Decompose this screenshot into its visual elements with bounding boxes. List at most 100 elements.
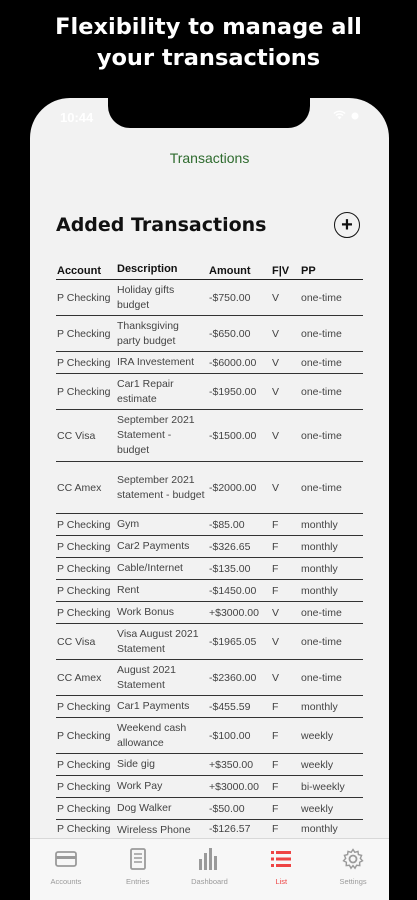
cell-pp: monthly	[301, 518, 338, 531]
cell-fv: V	[272, 385, 280, 398]
status-icons	[333, 110, 359, 123]
table-row[interactable]: P Checking IRA Investement -$6000.00 V o…	[56, 352, 363, 374]
cell-description: Dog Walker	[117, 802, 172, 814]
cell-account: P Checking	[57, 802, 111, 815]
table-row[interactable]: CC Visa Visa August 2021 Statement -$196…	[56, 624, 363, 660]
cell-pp: one-time	[301, 429, 342, 442]
cell-amount: -$1965.05	[209, 635, 257, 648]
table-row[interactable]: P Checking Car1 Payments -$455.59 F mont…	[56, 696, 363, 718]
cell-description: Side gig	[117, 758, 155, 770]
cell-fv: F	[272, 780, 279, 793]
table-row[interactable]: P Checking Thanksgiving party budget -$6…	[56, 316, 363, 352]
promo-line-2: your transactions	[96, 45, 321, 71]
cell-pp: one-time	[301, 327, 342, 340]
table-row[interactable]: P Checking Car1 Repair estimate -$1950.0…	[56, 374, 363, 410]
cell-fv: F	[272, 729, 279, 742]
cell-fv: F	[272, 802, 279, 815]
plus-circle-icon: +	[341, 214, 353, 236]
cell-fv: V	[272, 356, 280, 369]
cell-account: P Checking	[57, 291, 111, 304]
cell-amount: -$85.00	[209, 518, 245, 531]
status-time: 10:44	[60, 110, 94, 125]
add-transaction-button[interactable]: +	[334, 212, 360, 238]
tab-settings-label: Settings	[339, 877, 367, 886]
cell-amount: -$100.00	[209, 729, 251, 742]
cell-pp: monthly	[301, 562, 338, 575]
cell-pp: one-time	[301, 481, 342, 494]
cell-pp: monthly	[301, 823, 338, 835]
header-fv: F|V	[272, 265, 290, 277]
cell-fv: F	[272, 540, 279, 553]
cell-description: Thanksgiving party budget	[117, 319, 179, 347]
cell-account: P Checking	[57, 562, 111, 575]
cell-amount: -$750.00	[209, 291, 251, 304]
table-row[interactable]: P Checking Weekend cash allowance -$100.…	[56, 718, 363, 754]
cell-fv: V	[272, 635, 280, 648]
cell-fv: F	[272, 518, 279, 531]
tab-settings[interactable]: Settings	[317, 839, 389, 900]
table-row[interactable]: P Checking Gym -$85.00 F monthly	[56, 514, 363, 536]
promo-headline: Flexibility to manage all your transacti…	[0, 12, 417, 74]
table-row[interactable]: P Checking Work Pay +$3000.00 F bi-weekl…	[56, 776, 363, 798]
cell-account: P Checking	[57, 540, 111, 553]
cell-description: Wireless Phone	[117, 824, 191, 836]
bar-chart-icon	[198, 847, 220, 871]
table-row[interactable]: P Checking Side gig +$350.00 F weekly	[56, 754, 363, 776]
cell-pp: monthly	[301, 584, 338, 597]
table-row[interactable]: CC Amex August 2021 Statement -$2360.00 …	[56, 660, 363, 696]
cell-account: CC Visa	[57, 635, 96, 648]
cell-amount: -$2360.00	[209, 671, 257, 684]
cell-fv: V	[272, 671, 280, 684]
cell-description: Weekend cash allowance	[117, 721, 187, 749]
cell-amount: -$1950.00	[209, 385, 257, 398]
header-amount: Amount	[209, 265, 251, 277]
tab-entries-label: Entries	[126, 877, 150, 886]
cell-amount: +$3000.00	[209, 606, 259, 619]
cell-fv: F	[272, 700, 279, 713]
table-row[interactable]: P Checking Holiday gifts budget -$750.00…	[56, 280, 363, 316]
header-description: Description	[117, 263, 178, 275]
table-row[interactable]: CC Amex September 2021 statement - budge…	[56, 462, 363, 514]
tab-list[interactable]: List	[245, 839, 317, 900]
tab-entries[interactable]: Entries	[102, 839, 174, 900]
cell-amount: -$1500.00	[209, 429, 257, 442]
tab-dashboard[interactable]: Dashboard	[174, 839, 246, 900]
cell-pp: one-time	[301, 635, 342, 648]
cell-fv: V	[272, 429, 280, 442]
cell-fv: F	[272, 562, 279, 575]
cell-description: Gym	[117, 518, 140, 530]
table-row[interactable]: P Checking Dog Walker -$50.00 F weekly	[56, 798, 363, 820]
tab-accounts-label: Accounts	[50, 877, 82, 886]
section-title: Added Transactions	[56, 214, 267, 236]
cell-account: P Checking	[57, 584, 111, 597]
wallet-icon	[54, 847, 77, 871]
cell-pp: bi-weekly	[301, 780, 345, 793]
gear-icon	[342, 847, 364, 871]
table-row[interactable]: P Checking Cable/Internet -$135.00 F mon…	[56, 558, 363, 580]
cell-description: Work Pay	[117, 780, 163, 792]
cell-account: P Checking	[57, 780, 111, 793]
cell-amount: +$350.00	[209, 758, 254, 771]
battery-icon	[351, 111, 359, 123]
cell-amount: -$326.65	[209, 540, 251, 553]
cell-amount: -$2000.00	[209, 481, 257, 494]
cell-fv: F	[272, 584, 279, 597]
cell-fv: V	[272, 291, 280, 304]
cell-account: P Checking	[57, 356, 111, 369]
tab-list-label: List	[275, 877, 288, 886]
table-row[interactable]: P Checking Work Bonus +$3000.00 V one-ti…	[56, 602, 363, 624]
cell-pp: weekly	[301, 729, 334, 742]
cell-description: Visa August 2021 Statement	[117, 627, 199, 655]
header-pp: PP	[301, 265, 316, 277]
table-header: Account Description Amount F|V PP	[56, 262, 363, 280]
table-row[interactable]: P Checking Rent -$1450.00 F monthly	[56, 580, 363, 602]
cell-description: Rent	[117, 584, 140, 596]
cell-description: Holiday gifts budget	[117, 283, 175, 311]
cell-fv: V	[272, 327, 280, 340]
cell-amount: -$455.59	[209, 700, 251, 713]
table-row[interactable]: P Checking Car2 Payments -$326.65 F mont…	[56, 536, 363, 558]
tab-accounts[interactable]: Accounts	[30, 839, 102, 900]
cell-pp: one-time	[301, 385, 342, 398]
cell-pp: one-time	[301, 671, 342, 684]
table-row[interactable]: CC Visa September 2021 Statement - budge…	[56, 410, 363, 462]
